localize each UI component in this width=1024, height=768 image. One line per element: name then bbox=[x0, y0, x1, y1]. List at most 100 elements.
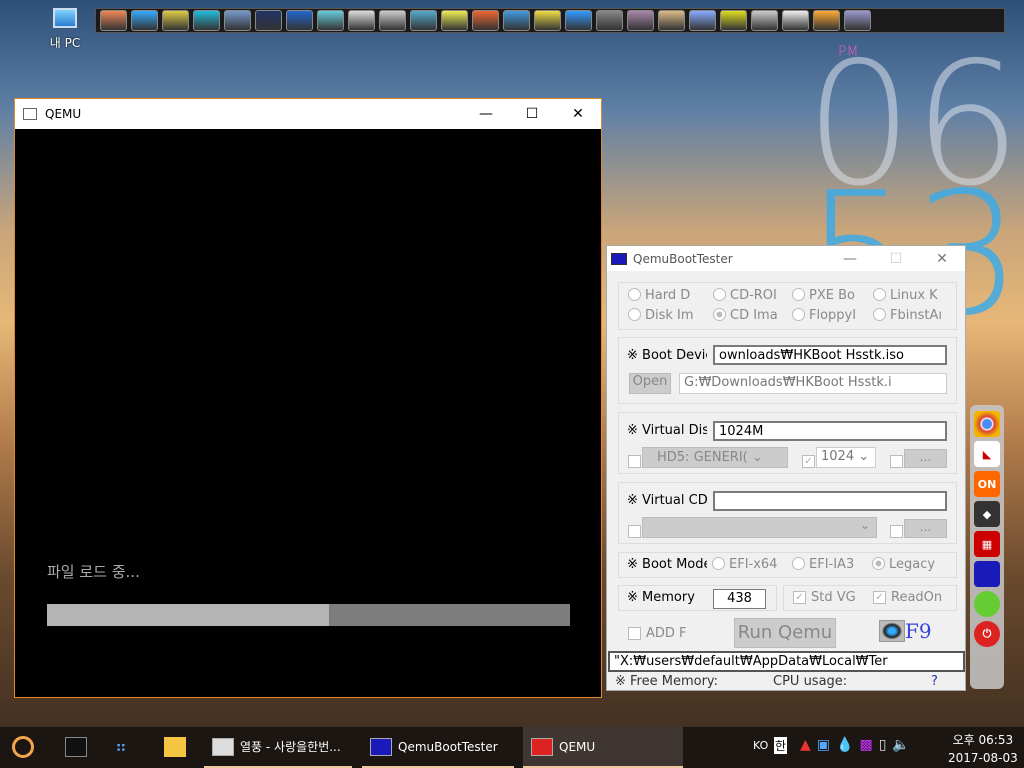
qemubootester-window: QemuBootTester — ☐ ✕ Hard D CD-ROI PXE Bo L… bbox=[606, 245, 966, 691]
boot-mode-radio[interactable]: EFI-x64 bbox=[712, 557, 786, 572]
cpu-usage-label: CPU usage: bbox=[773, 674, 848, 689]
usb-icon[interactable]: ◆ bbox=[974, 501, 1000, 527]
cdr-browse-button[interactable]: ... bbox=[904, 519, 947, 538]
dock-app-icon[interactable] bbox=[162, 10, 189, 31]
ime-indicator[interactable]: 한 bbox=[774, 737, 788, 754]
dock-app-icon[interactable] bbox=[782, 10, 809, 31]
cdr-checkbox[interactable] bbox=[628, 525, 641, 538]
std-vga-checkbox[interactable]: ✓ bbox=[793, 591, 806, 604]
dock-app-icon[interactable] bbox=[410, 10, 437, 31]
dock-app-icon[interactable] bbox=[689, 10, 716, 31]
boot-device-input[interactable]: ownloads₩HKBoot Hsstk.iso bbox=[713, 345, 947, 365]
dock-app-icon[interactable] bbox=[813, 10, 840, 31]
virtual-cdr-label: ※ Virtual CDR : bbox=[627, 493, 707, 508]
on-icon[interactable]: ON bbox=[974, 471, 1000, 497]
close-button[interactable]: ✕ bbox=[919, 251, 965, 267]
dock-app-icon[interactable] bbox=[503, 10, 530, 31]
dock-app-icon[interactable] bbox=[534, 10, 561, 31]
boot-type-radio[interactable]: PXE Bo bbox=[792, 288, 872, 303]
virtual-disk-input[interactable]: 1024M bbox=[713, 421, 947, 441]
std-vga-label: Std VG bbox=[811, 590, 856, 605]
taskbar-item[interactable]: QemuBootTester bbox=[362, 727, 514, 768]
hd-browse-checkbox[interactable] bbox=[890, 455, 903, 468]
add-checkbox[interactable] bbox=[628, 627, 641, 640]
dock-app-icon[interactable] bbox=[224, 10, 251, 31]
close-button[interactable]: ✕ bbox=[555, 106, 601, 122]
chrome-icon[interactable] bbox=[974, 411, 1000, 437]
app-icon[interactable]: ◣ bbox=[974, 441, 1000, 467]
start-button[interactable] bbox=[12, 736, 34, 758]
dock-app-icon[interactable] bbox=[441, 10, 468, 31]
cdr-select[interactable]: ⌄ bbox=[642, 517, 877, 538]
taskbar-item[interactable]: QEMU bbox=[523, 727, 683, 768]
dock-app-icon[interactable] bbox=[100, 10, 127, 31]
tray-icons[interactable]: ▲▣💧▩▯🔈 bbox=[800, 737, 916, 753]
memory-input[interactable]: 438 bbox=[713, 589, 766, 609]
dock-app-icon[interactable] bbox=[193, 10, 220, 31]
file-explorer-icon[interactable] bbox=[164, 737, 186, 757]
side-dock: ◣ ON ◆ ▦ ⏻ bbox=[970, 405, 1004, 689]
grid-icon[interactable]: ▦ bbox=[974, 531, 1000, 557]
minimize-button[interactable]: — bbox=[463, 106, 509, 122]
boot-type-radio[interactable]: CD-ROI bbox=[713, 288, 793, 303]
dock-app-icon[interactable] bbox=[627, 10, 654, 31]
qemu-display[interactable]: 파일 로드 중... bbox=[15, 129, 601, 697]
boot-mode-radio[interactable]: EFI-IA3 bbox=[792, 557, 866, 572]
boot-type-radio[interactable]: Disk Im bbox=[628, 308, 708, 323]
size-checkbox[interactable]: ✓ bbox=[802, 455, 815, 468]
desktop-icon-my-pc[interactable]: 내 PC bbox=[40, 8, 90, 51]
radio-label: Disk Im bbox=[645, 308, 694, 323]
language-indicator[interactable]: KO bbox=[753, 739, 768, 752]
dock-app-icon[interactable] bbox=[348, 10, 375, 31]
app-icon bbox=[531, 737, 553, 756]
dock-app-icon[interactable] bbox=[379, 10, 406, 31]
radio-label: EFI-IA3 bbox=[809, 557, 855, 572]
run-qemu-button[interactable]: Run Qemu bbox=[734, 618, 836, 648]
maximize-button[interactable]: ☐ bbox=[873, 251, 919, 267]
hd-select[interactable]: HD5: GENERI( ⌄ bbox=[642, 447, 788, 468]
radio-icon bbox=[872, 557, 885, 570]
dock-app-icon[interactable] bbox=[596, 10, 623, 31]
loading-text: 파일 로드 중... bbox=[47, 563, 140, 581]
command-line-input[interactable]: "X:₩users₩default₩AppData₩Local₩Ter bbox=[608, 651, 965, 672]
title-bar: QemuBootTester — ☐ ✕ bbox=[607, 246, 965, 271]
open-button[interactable]: Open bbox=[629, 373, 671, 394]
boot-type-radio[interactable]: Hard D bbox=[628, 288, 708, 303]
boot-type-radio[interactable]: Linux K bbox=[873, 288, 953, 303]
boot-type-radio[interactable]: FbinstAı bbox=[873, 308, 953, 323]
dock-app-icon[interactable] bbox=[844, 10, 871, 31]
size-select[interactable]: 1024 ⌄ bbox=[816, 447, 876, 468]
dock-app-icon[interactable] bbox=[286, 10, 313, 31]
f9-button[interactable]: F9 bbox=[879, 619, 932, 643]
dock-app-icon[interactable] bbox=[131, 10, 158, 31]
cdr-browse-checkbox[interactable] bbox=[890, 525, 903, 538]
boot-mode-radio[interactable]: Legacy bbox=[872, 557, 952, 572]
dock-app-icon[interactable] bbox=[565, 10, 592, 31]
dock-app-icon[interactable] bbox=[472, 10, 499, 31]
dock-app-icon[interactable] bbox=[658, 10, 685, 31]
help-link[interactable]: ? bbox=[931, 674, 938, 689]
virtual-cdr-input[interactable] bbox=[713, 491, 947, 511]
tray-clock[interactable]: 오후 06:53 2017-08-03 bbox=[948, 731, 1018, 765]
power-icon[interactable]: ⏻ bbox=[974, 621, 1000, 647]
taskbar-item-label: QEMU bbox=[559, 739, 596, 754]
maximize-button[interactable]: ☐ bbox=[509, 106, 555, 122]
radio-icon bbox=[873, 308, 886, 321]
network-icon[interactable]: ⠶ bbox=[115, 737, 127, 756]
minimize-button[interactable]: — bbox=[827, 251, 873, 267]
readonly-checkbox[interactable]: ✓ bbox=[873, 591, 886, 604]
hd-browse-button[interactable]: ... bbox=[904, 449, 947, 468]
dock-app-icon[interactable] bbox=[751, 10, 778, 31]
hd-checkbox[interactable] bbox=[628, 455, 641, 468]
taskbar-item[interactable]: 열풍 - 사랑을한번... bbox=[204, 727, 352, 768]
dock-app-icon[interactable] bbox=[720, 10, 747, 31]
monitor-icon[interactable] bbox=[974, 561, 1000, 587]
boot-type-radio[interactable]: FloppyI bbox=[792, 308, 872, 323]
radio-label: EFI-x64 bbox=[729, 557, 778, 572]
dock-app-icon[interactable] bbox=[255, 10, 282, 31]
boot-device-label: ※ Boot Device : bbox=[627, 348, 707, 363]
boot-type-radio[interactable]: CD Ima bbox=[713, 308, 793, 323]
dock-app-icon[interactable] bbox=[317, 10, 344, 31]
green-app-icon[interactable] bbox=[974, 591, 1000, 617]
terminal-icon[interactable] bbox=[65, 737, 87, 757]
